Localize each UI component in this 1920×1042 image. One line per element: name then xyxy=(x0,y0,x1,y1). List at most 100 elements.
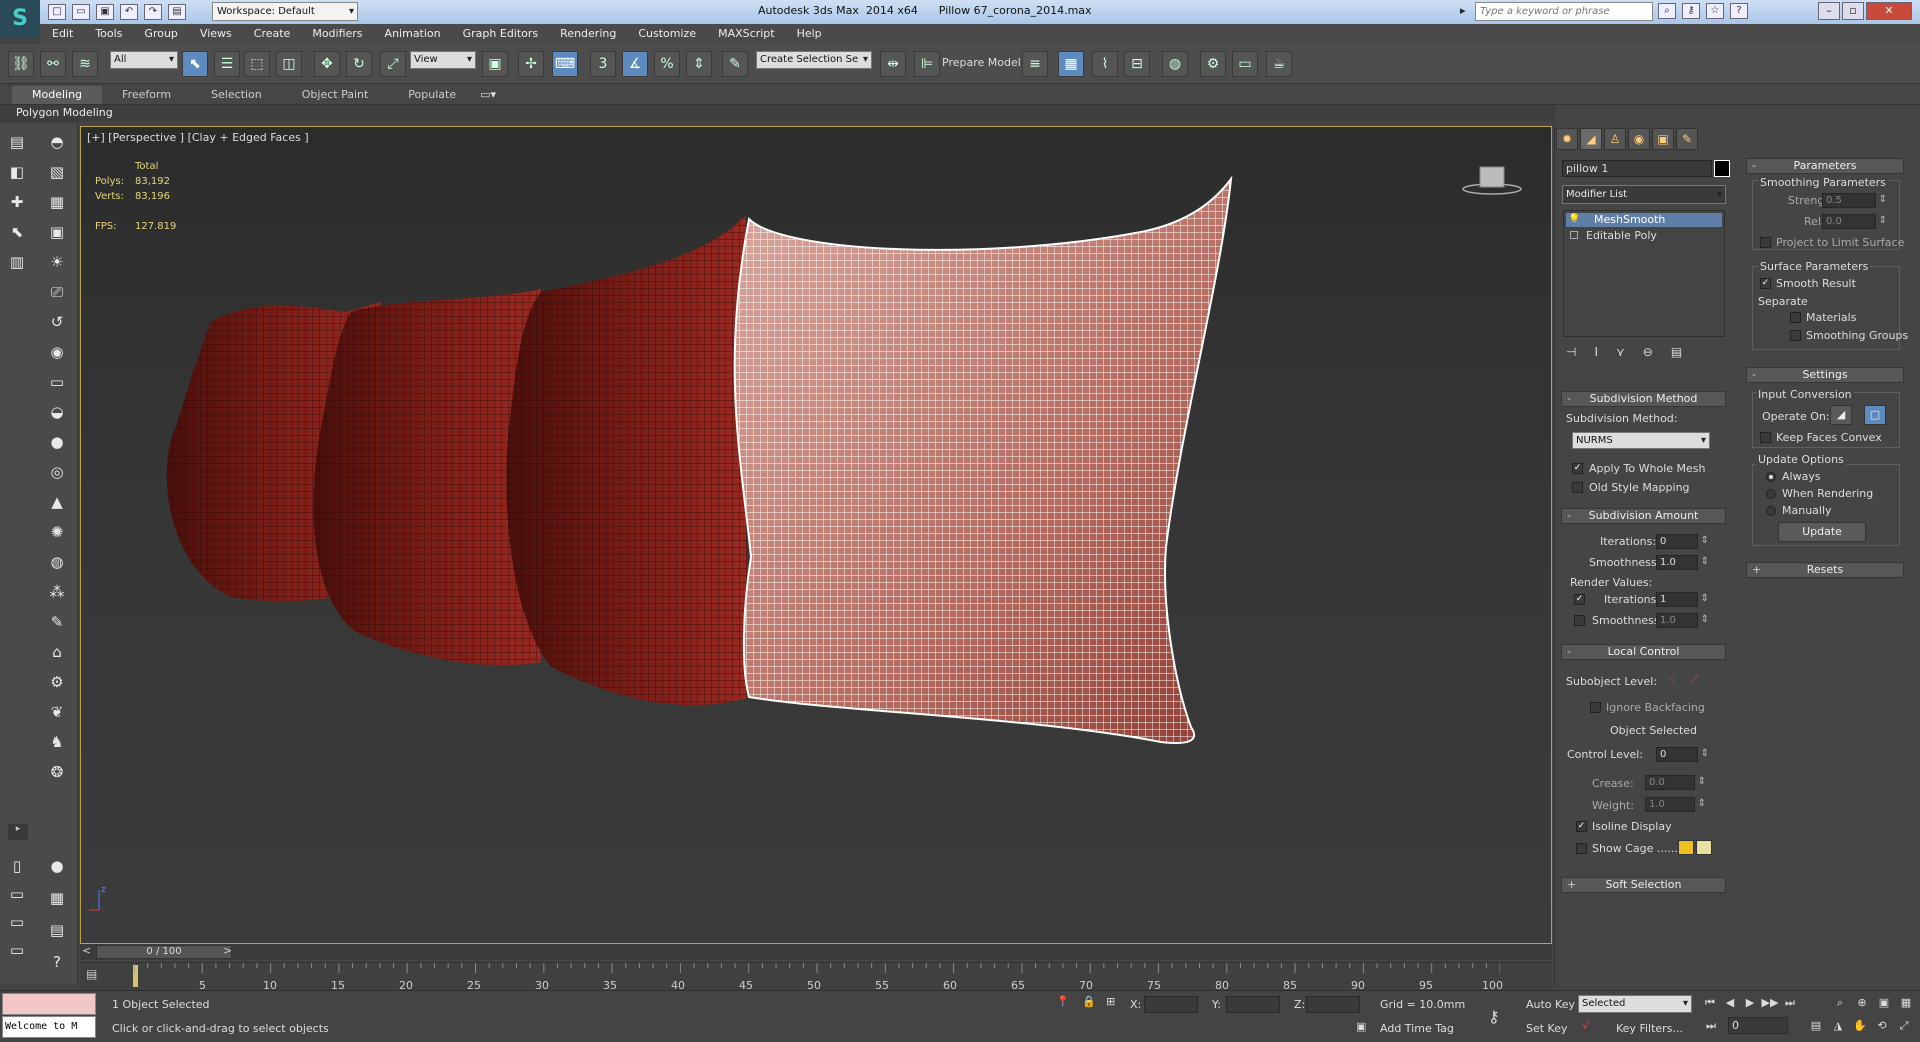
previous-frame-icon[interactable]: ◀ xyxy=(1720,994,1740,1012)
keep-faces-convex-checkbox[interactable] xyxy=(1760,432,1771,443)
key-filters-button[interactable]: Key Filters... xyxy=(1616,1022,1683,1035)
search-input[interactable]: Type a keyword or phrase xyxy=(1475,2,1653,21)
render-smoothness-spinner[interactable]: 1.0 xyxy=(1656,613,1709,628)
open-mini-curve-editor-icon[interactable]: ▤ xyxy=(86,967,102,983)
timeline-track-bar[interactable]: ▤ 5 10 15 20 25 30 35 40 45 50 55 60 65 … xyxy=(80,962,1552,992)
time-tag-icon[interactable]: ▣ xyxy=(1356,1020,1366,1033)
render-smoothness-checkbox[interactable] xyxy=(1574,615,1585,626)
key-mode-toggle-icon[interactable]: ⏭ xyxy=(1706,1019,1716,1033)
graphite-ribbon-icon[interactable]: ▦ xyxy=(1058,51,1084,77)
menu-views[interactable]: Views xyxy=(188,24,242,44)
when-rendering-radio[interactable] xyxy=(1766,489,1776,499)
selection-lock-icon[interactable]: 🔒 xyxy=(1082,995,1096,1008)
create-tab-icon[interactable]: ✹ xyxy=(1556,128,1578,150)
particles-icon[interactable]: ⁂ xyxy=(44,580,70,604)
menu-rendering[interactable]: Rendering xyxy=(548,24,626,44)
hierarchy-tab-icon[interactable]: ♙ xyxy=(1604,128,1626,150)
paint-icon[interactable]: ✎ xyxy=(44,610,70,634)
tab-modeling[interactable]: Modeling xyxy=(12,85,103,104)
expand-icon[interactable] xyxy=(1570,231,1578,239)
manually-radio[interactable] xyxy=(1766,506,1776,516)
curve-editor-icon[interactable]: ⌇ xyxy=(1092,51,1118,77)
show-cage-checkbox[interactable] xyxy=(1576,843,1587,854)
torus-icon[interactable]: ◎ xyxy=(44,460,70,484)
object-color-swatch[interactable] xyxy=(1714,160,1730,177)
strength-spinner[interactable]: 0.5 xyxy=(1822,193,1887,208)
play-icon[interactable]: ▶ xyxy=(1740,994,1760,1012)
crease-spinner[interactable]: 0.0 xyxy=(1645,775,1706,790)
help-circle-icon[interactable]: ? xyxy=(44,950,70,974)
orbit-icon[interactable]: ⟲ xyxy=(1872,1017,1892,1035)
camera-icon[interactable]: ⎚ xyxy=(44,280,70,304)
layers-icon[interactable]: ◧ xyxy=(4,160,30,184)
angle-snap-icon[interactable]: ∡ xyxy=(622,51,648,77)
always-radio[interactable] xyxy=(1766,472,1776,482)
resets-rollout[interactable]: + Resets xyxy=(1746,562,1904,578)
open-file-icon[interactable]: ▭ xyxy=(72,4,90,20)
prepare-model-label[interactable]: Prepare Model xyxy=(942,56,1021,69)
select-manipulate-icon[interactable]: ✢ xyxy=(518,51,544,77)
light-bulb-icon[interactable]: ☀ xyxy=(44,250,70,274)
key-mode-icon[interactable]: √ xyxy=(1582,1019,1589,1032)
menu-customize[interactable]: Customize xyxy=(626,24,706,44)
geosphere-icon[interactable]: ◍ xyxy=(44,550,70,574)
application-button[interactable]: S xyxy=(0,0,40,38)
key-selection-dropdown[interactable]: Selected xyxy=(1578,995,1692,1013)
new-file-icon[interactable]: □ xyxy=(48,4,66,20)
cage-color-swatch-2[interactable] xyxy=(1696,840,1712,855)
viewport-layout-3-icon[interactable]: ▭ xyxy=(4,910,30,934)
layout-icon[interactable]: ▣ xyxy=(44,220,70,244)
dome-icon[interactable]: ◒ xyxy=(44,400,70,424)
maxscript-listener-top[interactable] xyxy=(2,993,96,1015)
go-to-end-icon[interactable]: ⏭ xyxy=(1780,994,1800,1012)
menu-tools[interactable]: Tools xyxy=(83,24,132,44)
show-end-result-icon[interactable]: Ⅰ xyxy=(1594,345,1598,359)
iterations-spinner[interactable]: 0 xyxy=(1656,534,1709,549)
sphere-icon[interactable]: ● xyxy=(44,430,70,454)
menu-help[interactable]: Help xyxy=(785,24,832,44)
pillow-2[interactable] xyxy=(506,215,751,706)
viewcube-icon[interactable] xyxy=(1461,165,1523,195)
select-by-name-icon[interactable]: ☰ xyxy=(214,51,240,77)
select-rotate-icon[interactable]: ↻ xyxy=(346,51,372,77)
tab-object-paint[interactable]: Object Paint xyxy=(282,86,389,104)
operate-on-triangles-button[interactable]: ◢ xyxy=(1830,405,1852,425)
helper-icon[interactable]: ⌂ xyxy=(44,640,70,664)
maximize-viewport-icon[interactable]: ⤢ xyxy=(1894,1017,1914,1035)
teapot-icon[interactable]: ◓ xyxy=(44,130,70,154)
plane-icon[interactable]: ▭ xyxy=(44,370,70,394)
subdivision-method-dropdown[interactable]: NURMS xyxy=(1572,432,1710,449)
smoothness-spinner[interactable]: 1.0 xyxy=(1656,555,1709,570)
local-control-rollout[interactable]: - Local Control xyxy=(1561,644,1726,660)
remove-modifier-icon[interactable]: ⊖ xyxy=(1643,345,1653,359)
menu-create[interactable]: Create xyxy=(242,24,301,44)
menu-graph-editors[interactable]: Graph Editors xyxy=(451,24,549,44)
display-icon[interactable]: ▥ xyxy=(4,250,30,274)
maximize-button[interactable]: ▫ xyxy=(1842,2,1864,20)
update-button[interactable]: Update xyxy=(1778,522,1866,542)
cone-icon[interactable]: ▲ xyxy=(44,490,70,514)
old-style-mapping-checkbox[interactable] xyxy=(1572,482,1583,493)
polygon-modeling-panel[interactable]: Polygon Modeling xyxy=(16,106,113,119)
isolate-selection-icon[interactable]: 📍 xyxy=(1056,995,1070,1008)
subdivision-method-rollout[interactable]: - Subdivision Method xyxy=(1561,391,1726,407)
zoom-icon[interactable]: ⌕ xyxy=(1830,994,1850,1012)
spinner-snap-icon[interactable]: ⇕ xyxy=(686,51,712,77)
tab-selection[interactable]: Selection xyxy=(191,86,282,104)
isoline-display-checkbox[interactable]: ✓ xyxy=(1576,821,1587,832)
stack-item-meshsmooth[interactable]: MeshSmooth xyxy=(1566,213,1722,227)
time-config-icon[interactable]: ▤ xyxy=(1806,1017,1826,1035)
keyboard-shortcut-override-icon[interactable]: ⌨ xyxy=(552,51,578,77)
infocenter-collapse-icon[interactable]: ▸ xyxy=(1460,4,1470,20)
configure-modifier-sets-icon[interactable]: ▤ xyxy=(1671,345,1682,359)
render-setup-icon[interactable]: ⚙ xyxy=(1200,51,1226,77)
absolute-mode-icon[interactable]: ⊞ xyxy=(1106,995,1115,1008)
bind-space-warp-icon[interactable]: ≋ xyxy=(72,51,98,77)
render-iterations-spinner[interactable]: 1 xyxy=(1656,592,1709,607)
project-limit-checkbox[interactable] xyxy=(1760,237,1771,248)
select-icon[interactable]: ⬉ xyxy=(4,220,30,244)
gear-icon[interactable]: ⚙ xyxy=(44,670,70,694)
key-icon[interactable]: ⚷ xyxy=(1682,3,1700,19)
foliage-icon[interactable]: ❦ xyxy=(44,700,70,724)
pan-hand-icon[interactable]: ✋ xyxy=(1850,1017,1870,1035)
